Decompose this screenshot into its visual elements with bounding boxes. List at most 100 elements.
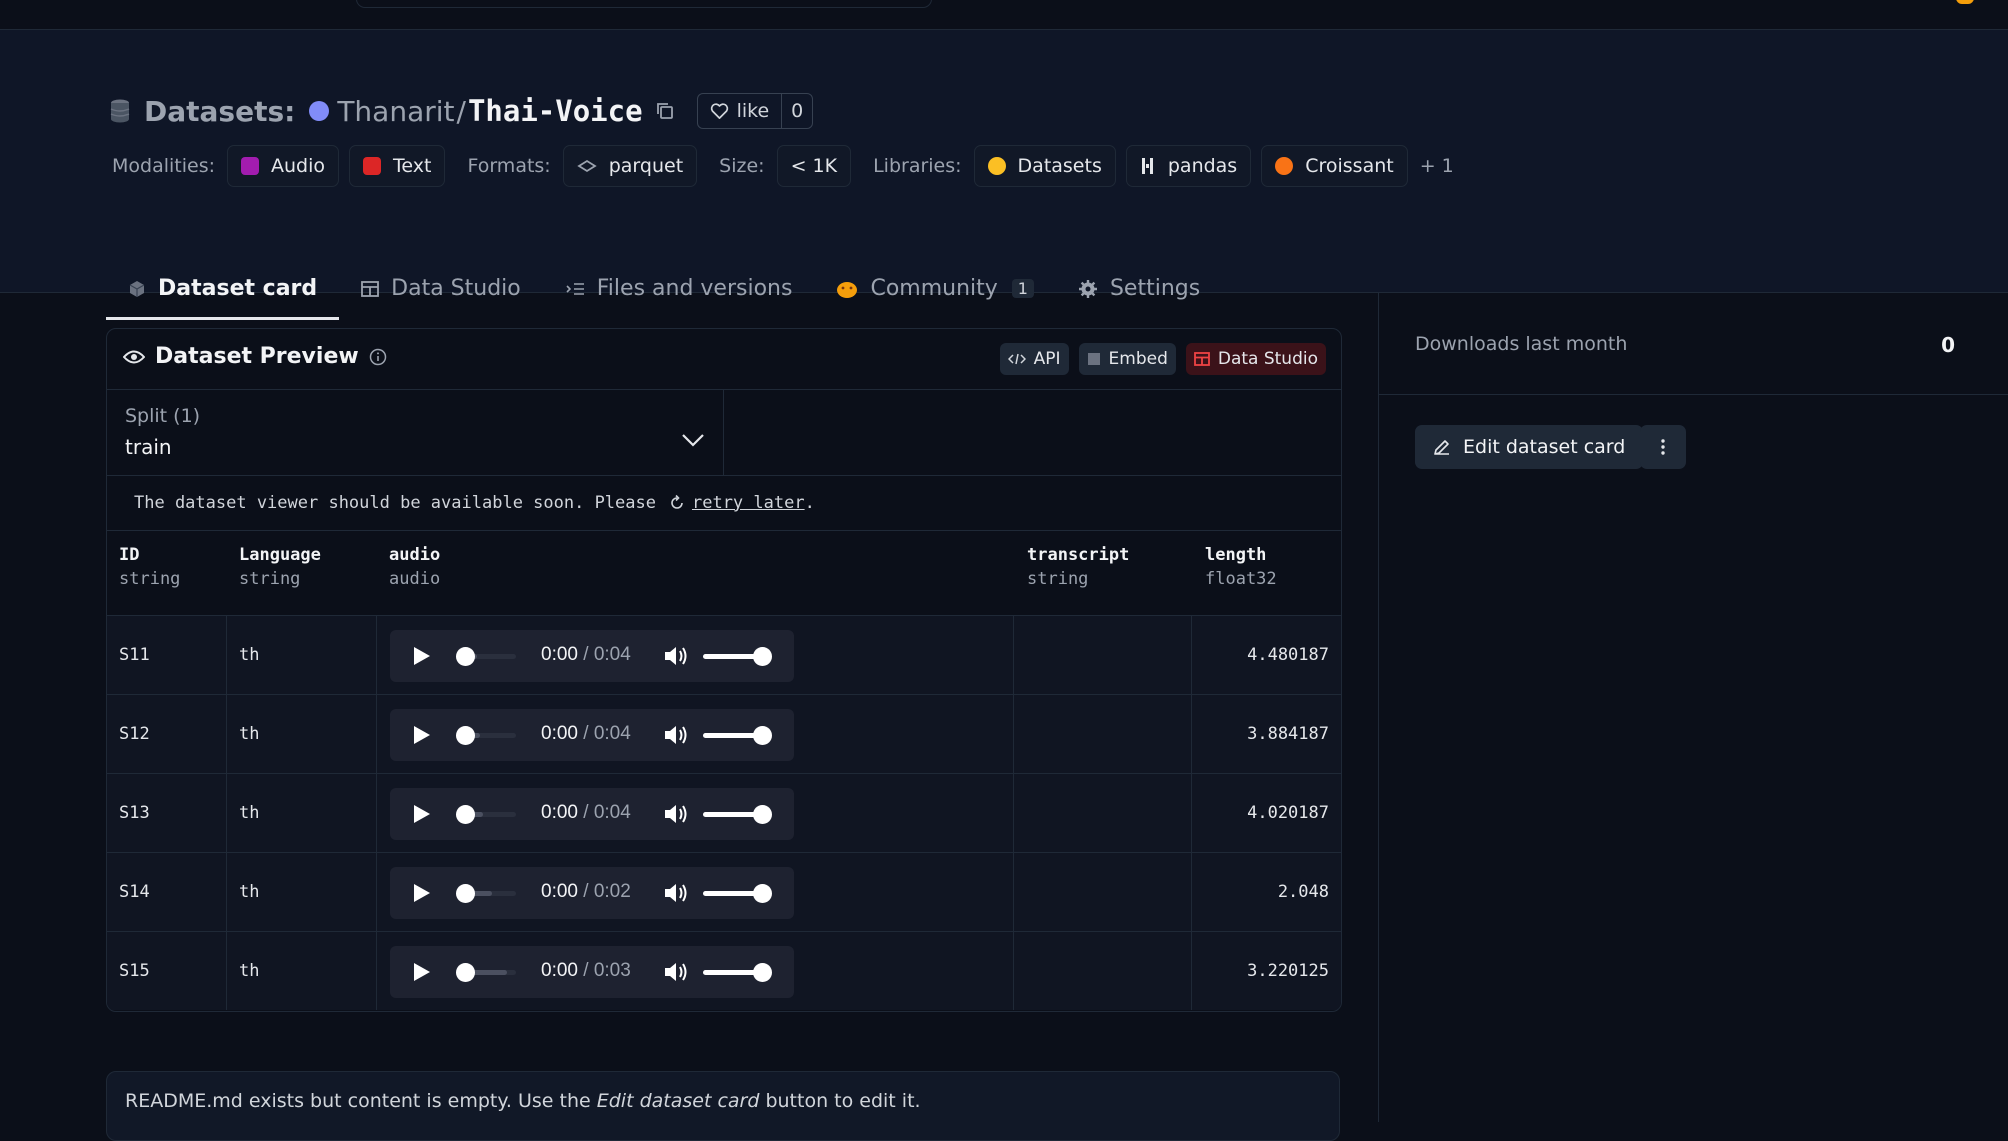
duration: / 0:02 — [583, 881, 631, 902]
audio-player[interactable]: 0:00 / 0:04 — [390, 788, 794, 840]
volume-handle[interactable] — [753, 884, 772, 903]
time-display: 0:00 / 0:03 — [541, 960, 631, 982]
duration: / 0:04 — [583, 802, 631, 823]
tag-parquet[interactable]: parquet — [562, 145, 698, 187]
api-button[interactable]: API — [999, 343, 1069, 375]
like-count: 0 — [781, 94, 812, 128]
table-row[interactable]: S11 th 0:00 / 0:04 4.480187 — [107, 615, 1341, 694]
volume-icon[interactable] — [663, 724, 689, 746]
tag-datasets[interactable]: Datasets — [973, 145, 1116, 187]
volume-icon[interactable] — [663, 803, 689, 825]
tab-data-studio[interactable]: Data Studio — [339, 260, 543, 320]
table-row[interactable]: S12 th 0:00 / 0:04 3.884187 — [107, 694, 1341, 773]
community-icon — [837, 281, 858, 298]
embed-button[interactable]: Embed — [1078, 343, 1176, 375]
column-header-length: length float32 — [1205, 545, 1277, 589]
tag-label: parquet — [608, 155, 684, 177]
seek-handle[interactable] — [456, 963, 475, 982]
play-icon[interactable] — [410, 724, 432, 746]
notice-text: The dataset viewer should be available s… — [134, 492, 656, 513]
data-studio-label: Data Studio — [1217, 349, 1318, 369]
preview-title: Dataset Preview — [155, 344, 359, 369]
dataset-preview-panel: Dataset Preview API Embed Data Studio Sp… — [106, 328, 1342, 1012]
tab-files-and-versions[interactable]: Files and versions — [543, 260, 815, 320]
more-tags[interactable]: + 1 — [1420, 155, 1454, 177]
tab-dataset-card[interactable]: Dataset card — [106, 260, 340, 320]
current-time: 0:00 — [541, 723, 578, 744]
info-icon[interactable] — [369, 348, 387, 366]
cell-divider — [226, 932, 227, 1010]
split-selector[interactable]: Split (1) train — [107, 389, 724, 476]
seek-handle[interactable] — [456, 726, 475, 745]
owner-avatar[interactable] — [309, 101, 330, 121]
preview-header: Dataset Preview API Embed Data Studio — [107, 329, 1341, 390]
volume-icon[interactable] — [663, 645, 689, 667]
seek-handle[interactable] — [456, 647, 475, 666]
time-display: 0:00 / 0:02 — [541, 881, 631, 903]
tag-audio[interactable]: Audio — [227, 145, 340, 187]
current-time: 0:00 — [541, 802, 578, 823]
column-type: string — [1027, 569, 1089, 589]
volume-handle[interactable] — [753, 963, 772, 982]
seek-handle[interactable] — [456, 805, 475, 824]
volume-icon[interactable] — [663, 882, 689, 904]
play-icon[interactable] — [410, 645, 432, 667]
tag-text[interactable]: Text — [349, 145, 446, 187]
retry-later-link[interactable]: retry later — [692, 493, 805, 513]
tag-size[interactable]: < 1K — [776, 145, 852, 187]
preview-actions: API Embed Data Studio — [999, 343, 1326, 375]
repo-name-link[interactable]: Thai-Voice — [468, 94, 643, 128]
volume-handle[interactable] — [753, 805, 772, 824]
cell-id: S14 — [119, 882, 150, 902]
croissant-icon — [1275, 157, 1294, 175]
repo-tabs: Dataset card Data Studio Files and versi… — [106, 260, 1222, 320]
refresh-icon — [671, 494, 683, 509]
audio-player[interactable]: 0:00 / 0:04 — [390, 630, 794, 682]
tag-label: < 1K — [790, 155, 838, 177]
tab-settings[interactable]: Settings — [1056, 260, 1222, 320]
table-icon — [361, 280, 380, 297]
cell-divider — [1191, 774, 1192, 852]
heart-icon — [710, 102, 728, 119]
table-row[interactable]: S15 th 0:00 / 0:03 3.220125 — [107, 931, 1341, 1010]
search-bar[interactable] — [356, 0, 932, 8]
tag-pandas[interactable]: pandas — [1125, 145, 1252, 187]
readme-text-start: README.md exists but content is empty. U… — [125, 1090, 591, 1112]
volume-handle[interactable] — [753, 726, 772, 745]
column-header-transcript: transcript string — [1027, 545, 1129, 589]
cell-divider — [1191, 616, 1192, 694]
volume-icon[interactable] — [663, 961, 689, 983]
play-icon[interactable] — [410, 882, 432, 904]
seek-handle[interactable] — [456, 884, 475, 903]
duration: / 0:03 — [583, 960, 631, 981]
copy-icon[interactable] — [655, 101, 675, 121]
cell-length: 4.020187 — [1247, 803, 1329, 823]
play-icon[interactable] — [410, 961, 432, 983]
downloads-label: Downloads last month — [1415, 333, 1628, 355]
datasets-label: Datasets: — [144, 94, 296, 128]
path-separator: / — [456, 94, 466, 128]
like-button[interactable]: like 0 — [696, 93, 814, 129]
tag-label: Text — [393, 155, 432, 177]
tab-community[interactable]: Community 1 — [814, 260, 1056, 320]
more-options-button[interactable] — [1640, 425, 1686, 469]
data-studio-button[interactable]: Data Studio — [1185, 343, 1326, 375]
user-avatar[interactable] — [1956, 0, 1974, 4]
tag-croissant[interactable]: Croissant — [1261, 145, 1408, 187]
audio-player[interactable]: 0:00 / 0:03 — [390, 946, 794, 998]
table-row[interactable]: S14 th 0:00 / 0:02 2.048 — [107, 852, 1341, 931]
volume-handle[interactable] — [753, 647, 772, 666]
database-icon — [110, 99, 130, 123]
owner-link[interactable]: Thanarit — [337, 95, 454, 128]
edit-dataset-card-button[interactable]: Edit dataset card — [1415, 425, 1644, 469]
current-time: 0:00 — [541, 881, 578, 902]
column-name: ID — [119, 545, 140, 565]
time-display: 0:00 / 0:04 — [541, 802, 631, 824]
audio-player[interactable]: 0:00 / 0:04 — [390, 709, 794, 761]
cell-divider — [1013, 932, 1014, 1010]
cell-language: th — [239, 961, 260, 981]
audio-player[interactable]: 0:00 / 0:02 — [390, 867, 794, 919]
table-row[interactable]: S13 th 0:00 / 0:04 4.020187 — [107, 773, 1341, 852]
play-icon[interactable] — [410, 803, 432, 825]
cell-divider — [226, 695, 227, 773]
